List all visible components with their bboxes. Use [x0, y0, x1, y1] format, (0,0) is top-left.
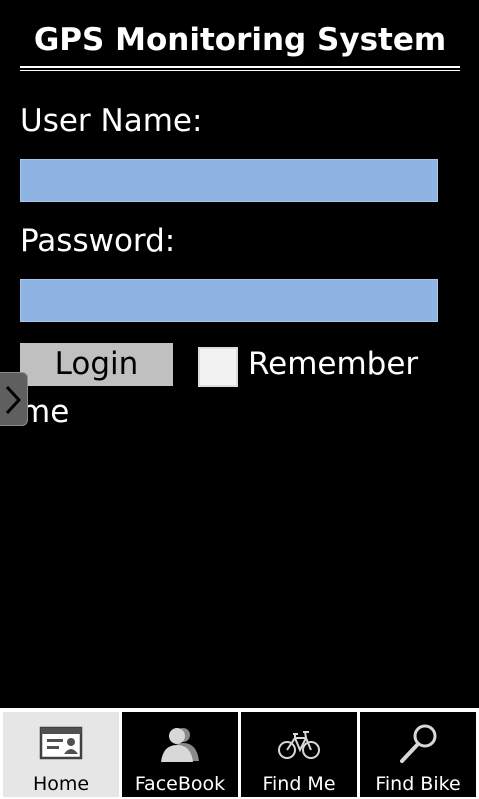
app-screen: GPS Monitoring System User Name: Passwor… — [0, 0, 479, 799]
tab-facebook-label: FaceBook — [134, 773, 226, 795]
tab-find-me-label: Find Me — [262, 773, 336, 795]
title-divider-bottom — [20, 70, 460, 71]
title-divider-top — [20, 66, 460, 68]
password-label: Password: — [20, 223, 176, 259]
tab-facebook[interactable]: FaceBook — [122, 712, 238, 797]
tab-home[interactable]: Home — [3, 712, 119, 797]
username-label: User Name: — [20, 103, 203, 139]
bottom-tab-bar: Home FaceBook Find Me Find Bike — [0, 708, 479, 799]
username-input[interactable] — [20, 159, 438, 202]
person-icon — [161, 728, 199, 762]
bicycle-icon — [278, 731, 320, 759]
tab-find-bike-label: Find Bike — [375, 773, 461, 795]
page-title: GPS Monitoring System — [33, 22, 447, 58]
tab-find-me[interactable]: Find Me — [241, 712, 357, 797]
id-card-icon — [39, 726, 83, 760]
tab-find-bike[interactable]: Find Bike — [360, 712, 476, 797]
remember-me-label: Remember — [248, 346, 419, 382]
magnifier-icon — [400, 724, 437, 763]
side-drawer-handle[interactable] — [0, 372, 28, 426]
tab-home-label: Home — [32, 773, 90, 795]
password-input[interactable] — [20, 279, 438, 322]
remember-me-checkbox[interactable] — [198, 347, 238, 387]
chevron-right-icon — [5, 385, 22, 415]
login-button[interactable]: Login — [20, 343, 173, 386]
